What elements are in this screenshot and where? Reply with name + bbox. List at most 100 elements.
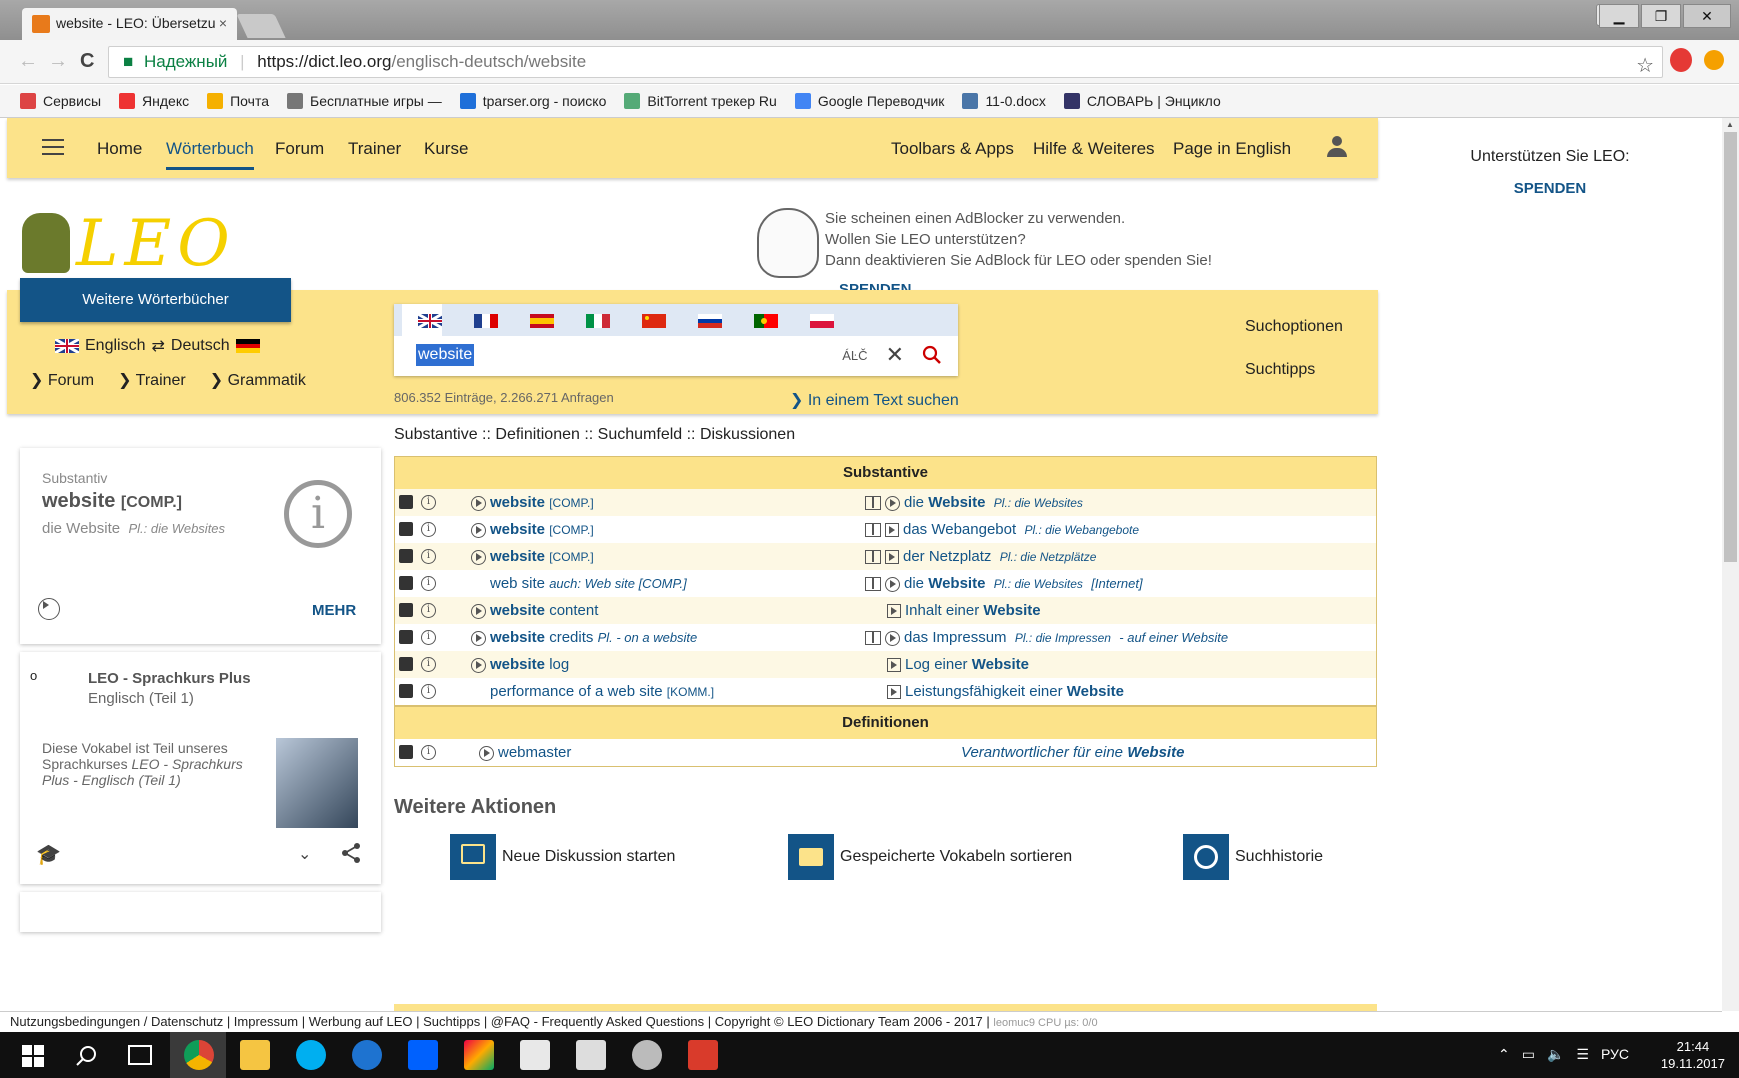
bookmark-item[interactable]: Сервисы bbox=[20, 93, 101, 109]
scrollbar-thumb[interactable] bbox=[1724, 132, 1737, 562]
info-icon[interactable]: i bbox=[421, 745, 436, 760]
user-account-icon[interactable] bbox=[1326, 136, 1348, 158]
bookmark-item[interactable]: СЛОВАРЬ | Энцикло bbox=[1063, 93, 1221, 109]
english-term[interactable]: web site auch: Web site [COMP.] bbox=[490, 575, 687, 592]
german-term[interactable]: Leistungsfähigkeit einer Website bbox=[905, 683, 1141, 700]
audio-play-icon[interactable] bbox=[471, 522, 486, 538]
flag-pl-icon[interactable] bbox=[810, 314, 834, 328]
system-tray[interactable]: ⌃ ▭ 🔈 ☰ РУС bbox=[1498, 1046, 1629, 1063]
save-icon[interactable] bbox=[399, 549, 413, 563]
nav-hilfe[interactable]: Hilfe & Weiteres bbox=[1033, 139, 1155, 159]
definition-term[interactable]: webmaster bbox=[498, 744, 571, 761]
flag-en-icon[interactable] bbox=[418, 314, 442, 328]
english-term[interactable]: website [COMP.] bbox=[490, 521, 594, 538]
settings-gear-icon[interactable] bbox=[632, 1040, 662, 1070]
chrome-icon[interactable] bbox=[184, 1040, 214, 1070]
reload-button[interactable]: C bbox=[80, 50, 94, 73]
german-term[interactable]: das Impressum Pl.: die Impressen - auf e… bbox=[904, 629, 1228, 646]
volume-icon[interactable]: 🔈 bbox=[1547, 1046, 1564, 1063]
definition-text[interactable]: Verantwortlicher für eine Website bbox=[961, 739, 1184, 766]
save-icon[interactable] bbox=[399, 684, 413, 698]
sort-vocab-action[interactable]: Gespeicherte Vokabeln sortieren bbox=[788, 834, 1072, 880]
sublink-forum[interactable]: ❯ Forum bbox=[30, 370, 102, 390]
mehr-link[interactable]: MEHR bbox=[312, 602, 356, 619]
play-icon[interactable] bbox=[887, 658, 901, 673]
german-term[interactable]: Log einer Website bbox=[905, 656, 1046, 673]
search-options-link[interactable]: Suchoptionen bbox=[1245, 318, 1343, 336]
save-icon[interactable] bbox=[399, 603, 413, 617]
swap-icon[interactable]: ⇄ bbox=[151, 336, 164, 356]
table-row[interactable]: i website [COMP.] das Webangebot Pl.: die… bbox=[395, 516, 1376, 543]
info-icon[interactable]: i bbox=[421, 630, 436, 645]
play-icon[interactable] bbox=[885, 523, 899, 538]
bookmark-item[interactable]: 11-0.docx bbox=[962, 93, 1046, 109]
save-icon[interactable] bbox=[399, 630, 413, 644]
result-section-nav[interactable]: Substantive :: Definitionen :: Suchumfel… bbox=[394, 426, 795, 444]
bookmark-item[interactable]: Бесплатные игры — bbox=[287, 93, 442, 109]
search-history-action[interactable]: Suchhistorie bbox=[1183, 834, 1323, 880]
table-row[interactable]: i website log Log einer Website bbox=[395, 651, 1376, 678]
search-icon[interactable] bbox=[922, 345, 942, 365]
audio-play-icon[interactable] bbox=[479, 745, 494, 761]
dropbox-icon[interactable] bbox=[408, 1040, 438, 1070]
language-pair[interactable]: Englisch ⇄ Deutsch bbox=[55, 336, 260, 356]
audio-play-icon[interactable] bbox=[471, 603, 486, 619]
german-term[interactable]: das Webangebot Pl.: die Webangebote bbox=[903, 521, 1147, 538]
sublink-grammatik[interactable]: ❯ Grammatik bbox=[210, 370, 314, 390]
table-row[interactable]: i website credits Pl. - on a website das I… bbox=[395, 624, 1376, 651]
audio-play-icon[interactable] bbox=[471, 495, 486, 511]
german-term[interactable]: die Website Pl.: die Websites [Internet] bbox=[904, 575, 1143, 592]
play-icon[interactable] bbox=[887, 685, 901, 700]
warning-icon[interactable] bbox=[1704, 50, 1724, 70]
notifications-icon[interactable]: ☰ bbox=[1576, 1046, 1589, 1063]
menu-icon[interactable] bbox=[42, 139, 64, 155]
play-icon[interactable] bbox=[887, 604, 901, 619]
info-icon[interactable]: i bbox=[421, 549, 436, 564]
nav-forum[interactable]: Forum bbox=[275, 139, 324, 159]
table-row[interactable]: i website [COMP.] der Netzplatz Pl.: die … bbox=[395, 543, 1376, 570]
clear-icon[interactable]: ✕ bbox=[886, 342, 904, 368]
browser-tab[interactable]: website - LEO: Übersetzu × bbox=[22, 8, 237, 40]
info-icon[interactable]: i bbox=[421, 522, 436, 537]
play-icon[interactable] bbox=[885, 550, 899, 565]
flag-it-icon[interactable] bbox=[586, 314, 610, 328]
declension-table-icon[interactable] bbox=[865, 550, 881, 565]
audio-play-icon[interactable] bbox=[471, 549, 486, 565]
german-term[interactable]: der Netzplatz Pl.: die Netzplätze bbox=[903, 548, 1105, 565]
audio-play-icon[interactable] bbox=[471, 657, 486, 673]
save-icon[interactable] bbox=[399, 495, 413, 509]
info-icon[interactable]: i bbox=[421, 657, 436, 672]
table-row[interactable]: i website [COMP.] die Website Pl.: die We… bbox=[395, 489, 1376, 516]
new-discussion-action[interactable]: Neue Diskussion starten bbox=[450, 834, 675, 880]
address-bar[interactable]: ■ Надежный | https://dict.leo.org/englis… bbox=[108, 46, 1663, 78]
info-icon[interactable]: i bbox=[421, 684, 436, 699]
english-term[interactable]: website [COMP.] bbox=[490, 548, 594, 565]
audio-play-icon[interactable] bbox=[38, 598, 62, 622]
english-term[interactable]: website content bbox=[490, 602, 598, 619]
declension-table-icon[interactable] bbox=[865, 577, 881, 592]
info-icon[interactable]: i bbox=[421, 495, 436, 510]
share-icon[interactable] bbox=[340, 842, 362, 864]
special-chars-button[interactable]: ÁĿČ bbox=[842, 348, 867, 363]
bookmark-item[interactable]: Google Переводчик bbox=[794, 93, 944, 109]
search-input[interactable]: website bbox=[416, 344, 475, 366]
bookmark-item[interactable]: Яндекс bbox=[119, 93, 189, 109]
app-icon[interactable] bbox=[464, 1040, 494, 1070]
nav-page-in-english[interactable]: Page in English bbox=[1173, 139, 1291, 159]
chevron-down-icon[interactable]: ⌄ bbox=[298, 844, 311, 864]
info-icon[interactable]: i bbox=[421, 576, 436, 591]
windows-start-icon[interactable] bbox=[22, 1045, 44, 1067]
maximize-button[interactable]: ❐ bbox=[1641, 4, 1681, 28]
file-explorer-icon[interactable] bbox=[240, 1040, 270, 1070]
audio-play-icon[interactable] bbox=[885, 495, 900, 511]
clock[interactable]: 21:44 19.11.2017 bbox=[1661, 1038, 1725, 1072]
declension-table-icon[interactable] bbox=[865, 523, 881, 538]
skype-icon[interactable] bbox=[296, 1040, 326, 1070]
keyboard-language[interactable]: РУС bbox=[1601, 1046, 1629, 1063]
course-image[interactable] bbox=[276, 738, 358, 828]
course-title[interactable]: LEO - Sprachkurs Plus bbox=[88, 670, 251, 687]
search-tips-link[interactable]: Suchtipps bbox=[1245, 361, 1315, 379]
flag-es-icon[interactable] bbox=[530, 314, 554, 328]
audio-play-icon[interactable] bbox=[885, 630, 900, 646]
flag-fr-icon[interactable] bbox=[474, 314, 498, 328]
